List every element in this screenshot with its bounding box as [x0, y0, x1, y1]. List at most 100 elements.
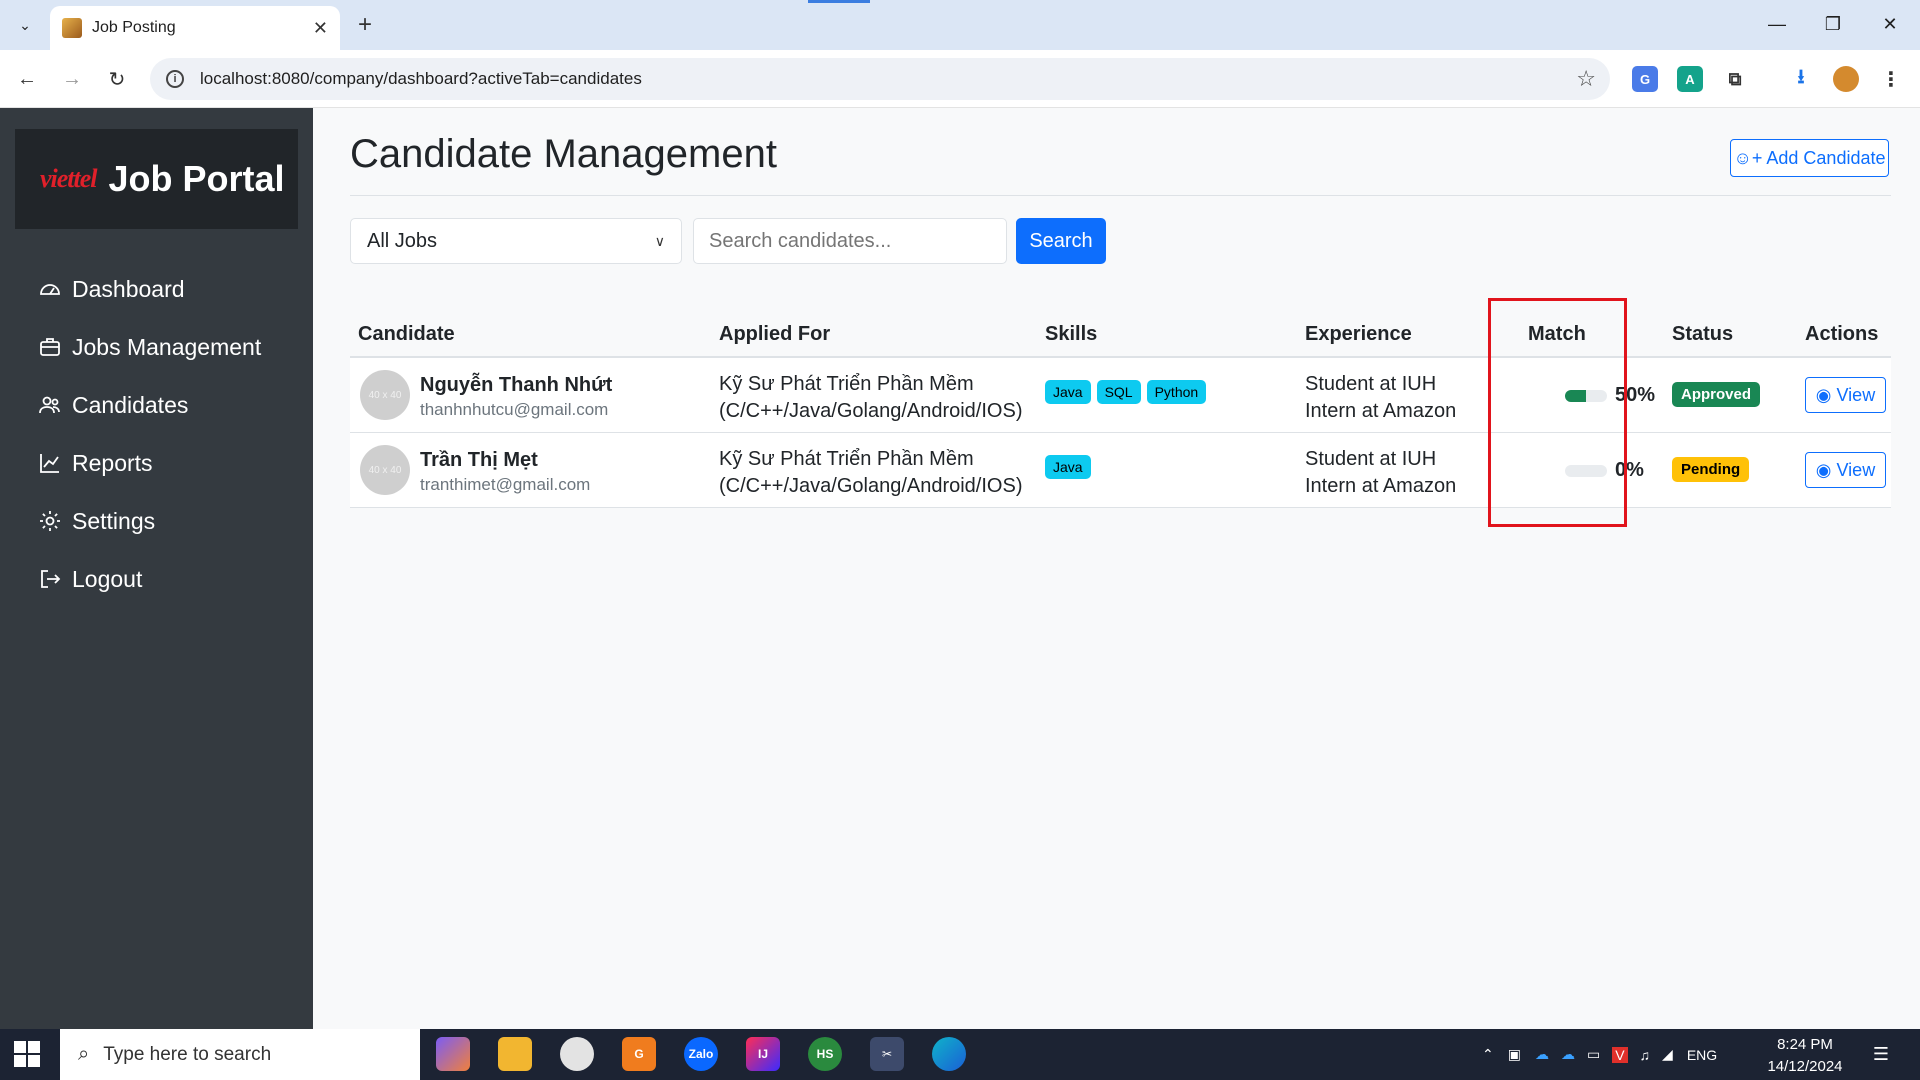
onedrive-icon[interactable]: ☁ — [1561, 1046, 1575, 1063]
experience: Student at IUH Intern at Amazon — [1305, 371, 1456, 425]
back-button[interactable]: ← — [10, 62, 44, 96]
notifications-icon[interactable]: ☰ — [1864, 1037, 1898, 1071]
table-row: 40 x 40 Nguyễn Thanh Nhứt thanhnhutcu@gm… — [350, 358, 1891, 433]
clock-time: 8:24 PM — [1777, 1036, 1833, 1053]
onedrive-icon[interactable]: ☁ — [1535, 1046, 1549, 1063]
eye-icon: ◉ — [1815, 459, 1832, 480]
forward-button[interactable]: → — [55, 62, 89, 96]
search-button[interactable]: Search — [1016, 218, 1106, 264]
sidebar-item-candidates[interactable]: Candidates — [38, 376, 261, 434]
candidate-email: tranthimet@gmail.com — [420, 475, 591, 494]
foxit-pdf-icon[interactable]: G — [622, 1037, 656, 1071]
meet-icon[interactable]: ▣ — [1508, 1046, 1521, 1063]
chevron-up-icon[interactable]: ⌃ — [1482, 1046, 1494, 1063]
column-header: Applied For — [719, 323, 831, 345]
skill-list: Java SQL Python — [1045, 380, 1207, 404]
applied-line: (C/C++/Java/Golang/Android/IOS) — [719, 475, 1023, 497]
sidebar-item-logout[interactable]: Logout — [38, 550, 261, 608]
language-indicator[interactable]: ENG — [1687, 1047, 1717, 1063]
speaker-icon[interactable]: ♫ — [1640, 1047, 1651, 1063]
menu-kebab-icon[interactable]: ⋮ — [1878, 66, 1904, 92]
sidebar-item-label: Reports — [72, 449, 153, 476]
table-row: 40 x 40 Trần Thị Mẹt tranthimet@gmail.co… — [350, 433, 1891, 508]
minimize-button[interactable]: — — [1752, 8, 1802, 40]
experience-line: Intern at Amazon — [1305, 475, 1457, 497]
vivaldi-icon[interactable]: V — [1612, 1046, 1628, 1063]
chrome-icon[interactable] — [560, 1037, 594, 1071]
network-icon[interactable]: ◢ — [1662, 1046, 1673, 1063]
search-input[interactable] — [693, 218, 1007, 264]
file-explorer-icon[interactable] — [498, 1037, 532, 1071]
view-label: View — [1836, 384, 1876, 405]
job-filter-select[interactable]: All Jobs ∨ — [350, 218, 682, 264]
sidebar-item-settings[interactable]: Settings — [38, 492, 261, 550]
add-candidate-button[interactable]: ☺+ Add Candidate — [1730, 139, 1889, 177]
column-header: Actions — [1805, 323, 1879, 345]
tab-title: Job Posting — [92, 19, 176, 36]
column-header: Status — [1672, 323, 1734, 345]
view-button[interactable]: ◉ View — [1805, 377, 1886, 413]
column-header: Skills — [1045, 323, 1098, 345]
experience-line: Student at IUH — [1305, 448, 1437, 470]
table-header: Candidate Applied For Skills Experience … — [350, 303, 1891, 358]
close-window-button[interactable]: ✕ — [1865, 8, 1915, 40]
close-tab-icon[interactable]: ✕ — [313, 18, 328, 39]
os-taskbar: ⌕ Type here to search G Zalo IJ HS ✂ ⌃ ▣… — [0, 1029, 1920, 1080]
extensions-puzzle-icon[interactable]: ⧉ — [1722, 66, 1748, 92]
eye-icon: ◉ — [1815, 384, 1832, 405]
new-tab-button[interactable]: + — [350, 10, 380, 40]
taskbar-search-text: Type here to search — [103, 1043, 272, 1065]
skill-badge: Java — [1045, 380, 1091, 404]
applied-line: (C/C++/Java/Golang/Android/IOS) — [719, 400, 1023, 422]
profile-avatar[interactable] — [1833, 66, 1859, 92]
status-badge: Approved — [1672, 382, 1761, 407]
favicon-icon — [62, 18, 82, 38]
tab-list-button[interactable]: ⌄ — [10, 12, 40, 38]
avatar: 40 x 40 — [360, 445, 410, 495]
chart-icon — [38, 451, 62, 475]
column-header: Experience — [1305, 323, 1412, 345]
bookmark-star-icon[interactable]: ☆ — [1576, 66, 1596, 92]
dictionary-extension-icon[interactable]: A — [1677, 66, 1703, 92]
download-icon[interactable]: ⭳ — [1788, 66, 1814, 92]
sidebar-item-reports[interactable]: Reports — [38, 434, 261, 492]
copilot-icon[interactable] — [436, 1037, 470, 1071]
windows-start-icon[interactable] — [14, 1041, 40, 1067]
zalo-icon[interactable]: Zalo — [684, 1037, 718, 1071]
intellij-icon[interactable]: IJ — [746, 1037, 780, 1071]
address-bar[interactable]: i localhost:8080/company/dashboard?activ… — [150, 58, 1610, 100]
clock-date: 14/12/2024 — [1767, 1058, 1843, 1075]
site-info-icon[interactable]: i — [166, 70, 184, 88]
battery-icon[interactable]: ▭ — [1587, 1046, 1600, 1063]
logout-icon — [38, 567, 62, 591]
browser-tab-bar: ⌄ Job Posting ✕ + — ❐ ✕ — [0, 0, 1920, 50]
url-text: localhost:8080/company/dashboard?activeT… — [200, 69, 642, 88]
applied-for: Kỹ Sư Phát Triển Phần Mềm (C/C++/Java/Go… — [719, 446, 1022, 500]
taskbar-clock[interactable]: 8:24 PM 14/12/2024 — [1760, 1034, 1850, 1078]
sidebar-item-jobs[interactable]: Jobs Management — [38, 318, 261, 376]
translate-extension-icon[interactable]: G — [1632, 66, 1658, 92]
sidebar-item-label: Jobs Management — [72, 333, 262, 360]
candidate-email: thanhnhutcu@gmail.com — [420, 400, 609, 419]
sidebar-item-dashboard[interactable]: Dashboard — [38, 260, 261, 318]
match-column-highlight — [1488, 298, 1627, 527]
tab-strip-indicator — [808, 0, 870, 3]
sidebar-nav: Dashboard Jobs Management Candidates Rep… — [38, 260, 261, 608]
view-button[interactable]: ◉ View — [1805, 452, 1886, 488]
browser-tab[interactable]: Job Posting ✕ — [50, 6, 340, 50]
snipping-tool-icon[interactable]: ✂ — [870, 1037, 904, 1071]
restore-button[interactable]: ❐ — [1808, 8, 1858, 40]
main-content: Candidate Management ☺+ Add Candidate Al… — [313, 108, 1920, 1029]
sidebar-item-label: Logout — [72, 565, 143, 592]
hs-app-icon[interactable]: HS — [808, 1037, 842, 1071]
reload-button[interactable]: ↻ — [100, 62, 134, 96]
skill-badge: Python — [1146, 380, 1207, 404]
applied-for: Kỹ Sư Phát Triển Phần Mềm (C/C++/Java/Go… — [719, 371, 1022, 425]
chevron-down-icon: ∨ — [654, 232, 665, 249]
taskbar-search[interactable]: ⌕ Type here to search — [60, 1029, 420, 1080]
sidebar-item-label: Settings — [72, 507, 156, 534]
brand-header[interactable]: viettel Job Portal — [15, 129, 298, 229]
add-candidate-label: Add Candidate — [1766, 147, 1886, 168]
sidebar-item-label: Candidates — [72, 391, 189, 418]
edge-icon[interactable] — [932, 1037, 966, 1071]
